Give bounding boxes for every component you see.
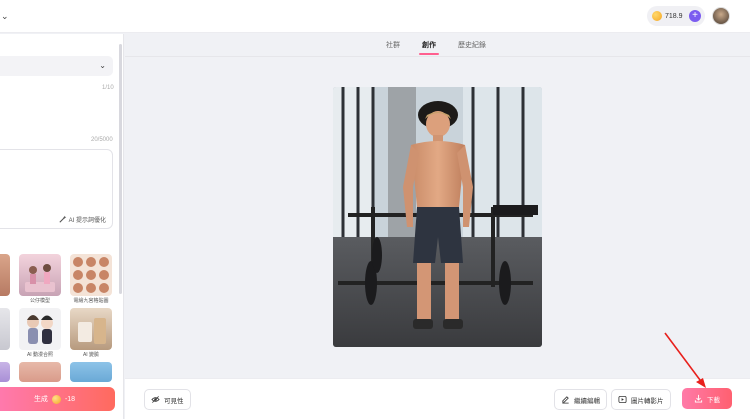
description-char-count: 20/5000: [91, 137, 113, 143]
generate-label: 生成: [33, 396, 48, 403]
divider: [125, 56, 750, 57]
credit-amount: 718.9: [665, 12, 683, 20]
generate-cost: -18: [64, 395, 76, 403]
magic-wand-icon: [59, 215, 66, 223]
bottom-toolbar: 可見性 繼續編輯 圖片轉影片: [125, 378, 750, 419]
template-thumbnail[interactable]: [70, 362, 112, 382]
tab-history[interactable]: 歷史紀錄: [458, 34, 486, 56]
anime-photo-icon: [27, 315, 53, 344]
tab-create[interactable]: 創作: [419, 34, 439, 56]
chevron-down-icon: ⌄: [99, 61, 106, 70]
image-to-video-label: 圖片轉影片: [631, 397, 664, 405]
figurine-icon: [25, 264, 55, 292]
credit-balance[interactable]: 718.9 +: [647, 6, 705, 26]
model-select[interactable]: ⌄: [0, 56, 113, 76]
template-thumbnail[interactable]: [19, 362, 61, 382]
template-label: 電繪九宮格貼圖: [73, 298, 109, 304]
visibility-button[interactable]: 可見性: [144, 389, 191, 410]
left-panel: ⌄ 1/10 20/5000 AI 提示詞優化 公仔模型 電繪九宮格貼圖 AI …: [0, 34, 124, 419]
sticker-grid-thumbnail[interactable]: [70, 254, 112, 296]
scrollbar[interactable]: [119, 44, 122, 294]
image-to-video-button[interactable]: 圖片轉影片: [611, 389, 671, 410]
download-button[interactable]: 下載: [682, 388, 732, 409]
continue-edit-label: 繼續編輯: [574, 397, 600, 405]
template-partial-left[interactable]: [0, 308, 10, 350]
video-play-icon: [618, 395, 627, 404]
sticker-grid-icon: [73, 257, 109, 293]
figurine-thumbnail[interactable]: [19, 254, 61, 296]
template-partial-left[interactable]: [0, 362, 10, 382]
eye-off-icon: [151, 396, 160, 403]
template-label: 公仔模型: [29, 298, 50, 304]
template-partial-left[interactable]: [0, 254, 10, 296]
view-tabs: 社群 創作 歷史紀錄: [375, 34, 508, 56]
edit-pencil-icon: [562, 396, 569, 404]
anime-photo-thumbnail[interactable]: [19, 308, 61, 350]
generate-button[interactable]: 生成 -18: [0, 387, 115, 411]
avatar[interactable]: [712, 7, 730, 25]
ai-prompt-optimize-button[interactable]: AI 提示詞優化: [58, 215, 106, 224]
gym-man-photo: [333, 87, 542, 347]
prompt-char-count: 1/10: [102, 85, 114, 91]
continue-edit-button[interactable]: 繼續編輯: [554, 389, 607, 410]
face-swap-icon: [78, 318, 106, 344]
face-swap-thumbnail[interactable]: [70, 308, 112, 350]
template-label: AI 變臉: [82, 352, 100, 358]
download-icon: [694, 394, 703, 403]
add-credits-button[interactable]: +: [689, 10, 701, 22]
top-bar: ⌄ 718.9 +: [0, 0, 750, 33]
optimize-label: AI 提示詞優化: [68, 218, 106, 224]
coin-icon: [652, 11, 662, 21]
template-label: AI 動漫合照: [26, 352, 54, 358]
generated-image[interactable]: [333, 87, 542, 347]
coin-icon: [51, 394, 61, 404]
tab-community[interactable]: 社群: [386, 34, 400, 56]
download-label: 下載: [707, 396, 720, 404]
description-textarea[interactable]: AI 提示詞優化: [0, 149, 113, 229]
chevron-down-icon[interactable]: ⌄: [1, 11, 9, 22]
visibility-label: 可見性: [164, 397, 184, 405]
